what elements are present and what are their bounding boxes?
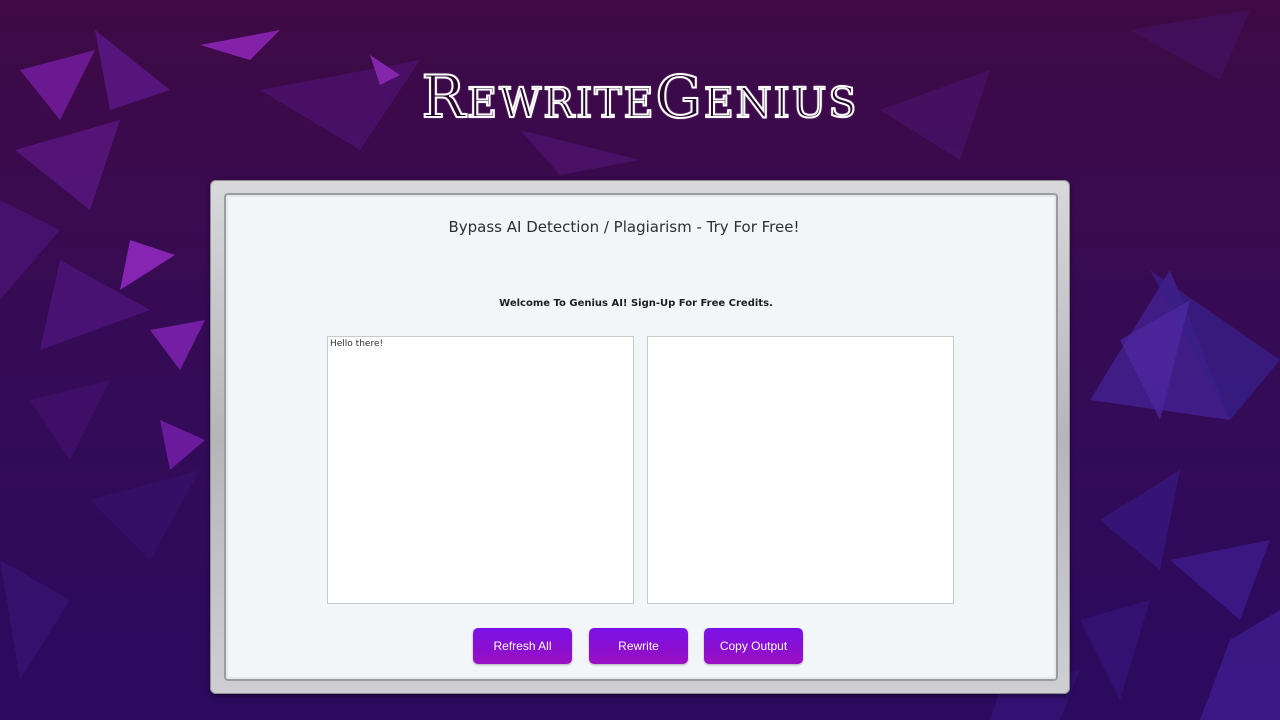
brand-logo: RewriteGenius: [420, 62, 859, 132]
copy-output-button[interactable]: Copy Output: [704, 628, 803, 664]
input-textarea[interactable]: Hello there!: [327, 336, 634, 604]
rewrite-button[interactable]: Rewrite: [589, 628, 688, 664]
page-headline: Bypass AI Detection / Plagiarism - Try F…: [448, 218, 800, 236]
refresh-all-button[interactable]: Refresh All: [473, 628, 572, 664]
welcome-message: Welcome To Genius AI! Sign-Up For Free C…: [499, 298, 773, 309]
output-textarea[interactable]: [647, 336, 954, 604]
